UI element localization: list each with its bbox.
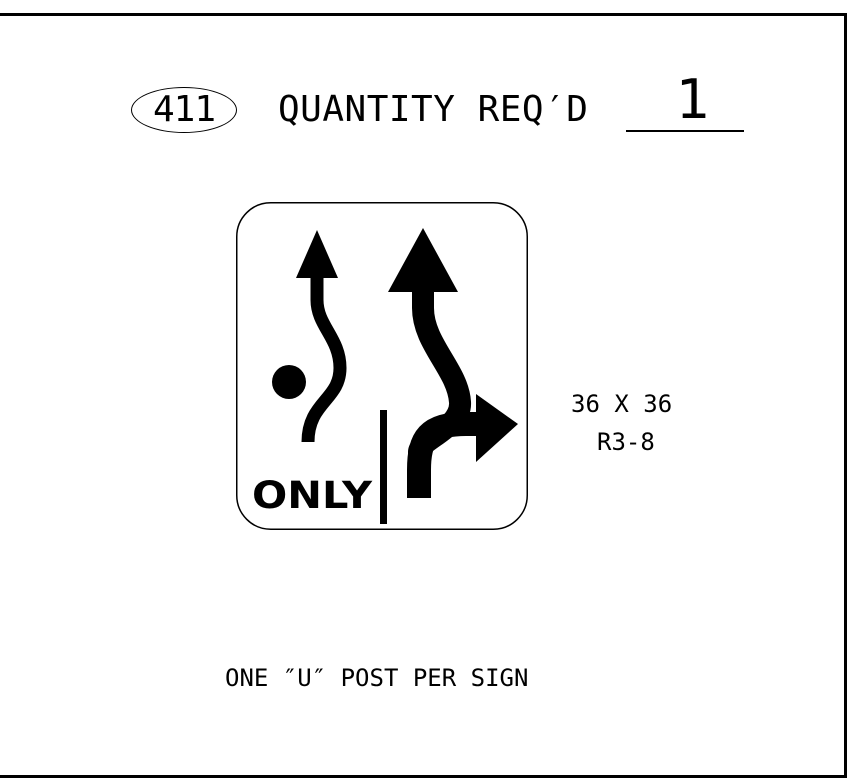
quantity-value: 1 — [676, 68, 711, 131]
sign-number-oval: 411 — [131, 87, 237, 133]
sign-legend-only: ONLY — [252, 474, 373, 517]
quantity-blank: 1 — [626, 72, 744, 132]
sign-code: R3-8 — [597, 428, 655, 456]
lane-divider — [380, 410, 387, 524]
sheet-header: 411 QUANTITY REQ′D 1 — [0, 72, 850, 148]
lane-dot-icon — [272, 365, 306, 399]
sign-panel: ONLY — [236, 202, 528, 530]
sign-size: 36 X 36 — [571, 390, 673, 418]
post-note: ONE ″U″ POST PER SIGN — [225, 664, 529, 692]
quantity-label: QUANTITY REQ′D — [278, 89, 589, 130]
sign-graphic: ONLY — [236, 202, 528, 530]
